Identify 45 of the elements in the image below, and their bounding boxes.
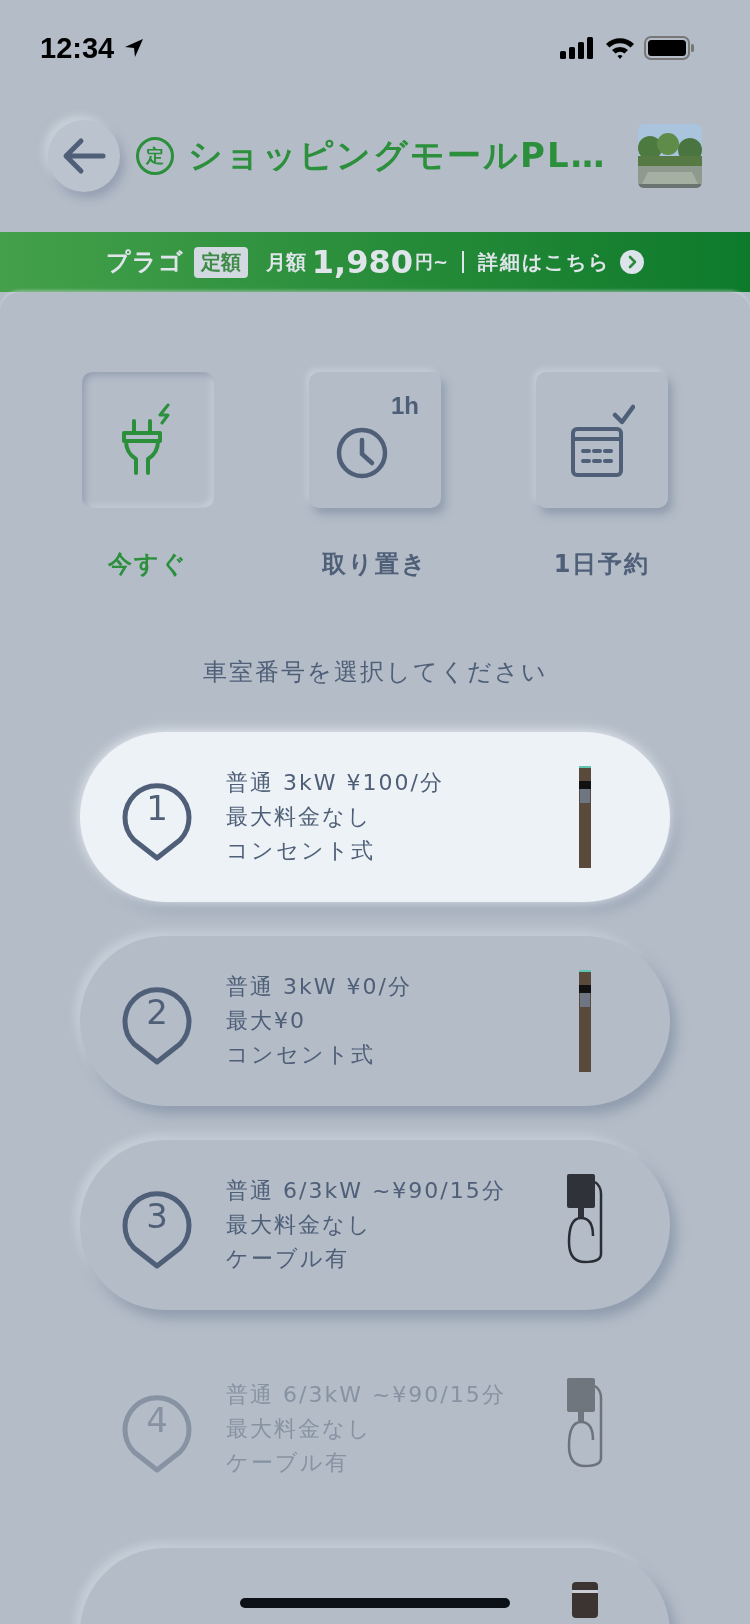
back-button[interactable] xyxy=(48,120,120,192)
mode-tab[interactable]: 1h xyxy=(309,372,441,508)
price-text: 1,980 xyxy=(311,243,414,281)
signal-icon xyxy=(560,37,596,59)
spot-number: 3 xyxy=(145,1196,169,1236)
spot-info-text: コンセント式 xyxy=(226,837,376,865)
station-title: ショッピングモールPL… xyxy=(188,134,608,177)
charger-box-icon xyxy=(572,1582,598,1618)
calendar-check-icon xyxy=(569,403,635,477)
wall-charger-icon xyxy=(565,1174,605,1264)
charging-pole-icon xyxy=(579,970,591,1072)
mode-tab[interactable] xyxy=(536,372,668,508)
spot-info-text: 普通 3kW ¥100/分 xyxy=(226,769,445,797)
hour-label: 1h xyxy=(391,392,419,420)
details-link[interactable]: 詳細はこちら xyxy=(478,248,611,276)
parking-spot-card[interactable]: 3 普通 6/3kW ~¥90/15分 最大料金なし ケーブル有 xyxy=(80,1140,670,1310)
status-time: 12:34 xyxy=(40,31,115,65)
battery-icon xyxy=(644,36,696,60)
spot-number: 2 xyxy=(145,992,169,1032)
wall-charger-icon xyxy=(565,1378,605,1468)
spot-info-text: 最大料金なし xyxy=(226,1211,373,1239)
fixed-plan-badge: 定 xyxy=(136,137,174,175)
wifi-icon xyxy=(604,36,636,60)
spot-number: 1 xyxy=(145,788,169,828)
spot-info-text: 最大¥0 xyxy=(226,1007,307,1035)
spot-info-text: 普通 6/3kW ~¥90/15分 xyxy=(226,1177,507,1205)
parking-spot-card[interactable]: 2 普通 3kW ¥0/分 最大¥0 コンセント式 xyxy=(80,936,670,1106)
chevron-right-icon xyxy=(620,250,645,274)
monthly-label: 月額 xyxy=(265,248,306,276)
price-unit: 円~ xyxy=(415,250,449,274)
mode-tab[interactable] xyxy=(82,372,214,508)
brand-text: プラゴ xyxy=(105,247,184,278)
mode-label: 取り置き xyxy=(322,549,428,580)
prompt-text: 車室番号を選択してください xyxy=(201,657,549,688)
charging-pole-icon xyxy=(579,766,591,868)
spot-info-text: コンセント式 xyxy=(226,1041,376,1069)
back-arrow-icon xyxy=(61,136,107,176)
spot-info-text: ケーブル有 xyxy=(226,1245,350,1273)
mode-label: 1日予約 xyxy=(553,549,651,580)
parking-spot-card[interactable]: 1 普通 3kW ¥100/分 最大料金なし コンセント式 xyxy=(80,732,670,902)
mode-label: 今すぐ xyxy=(108,549,188,580)
spot-info-text: 最大料金なし xyxy=(226,803,373,831)
plan-tag: 定額 xyxy=(193,246,248,278)
spot-info-text: 普通 3kW ¥0/分 xyxy=(226,973,413,1001)
clock-icon xyxy=(335,426,389,480)
